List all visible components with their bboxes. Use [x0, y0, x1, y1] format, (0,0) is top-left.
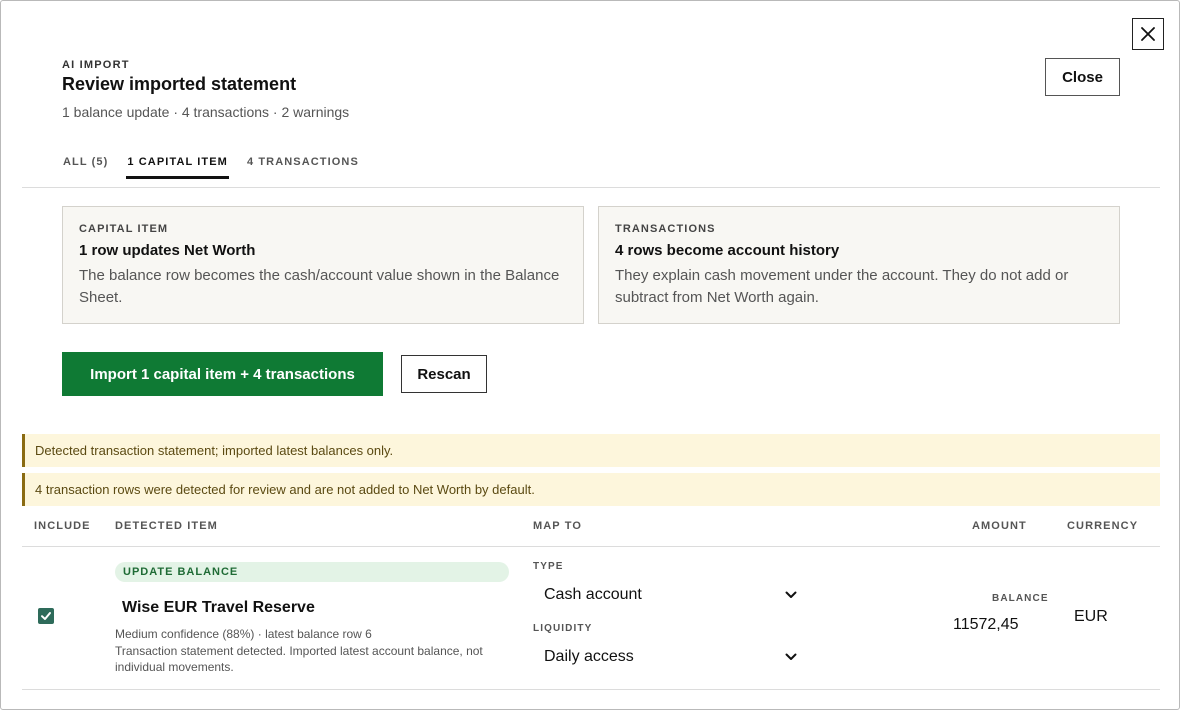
chevron-down-icon	[785, 591, 797, 598]
chevron-down-icon	[785, 653, 797, 660]
balance-input[interactable]: 11572,45	[953, 616, 1019, 634]
column-header-include: INCLUDE	[34, 520, 91, 532]
currency-value: EUR	[1074, 608, 1108, 625]
transactions-card: TRANSACTIONS 4 rows become account histo…	[598, 206, 1120, 324]
update-balance-badge: UPDATE BALANCE	[115, 562, 509, 582]
liquidity-select-value: Daily access	[544, 648, 634, 665]
detection-description: Transaction statement detected. Imported…	[115, 644, 483, 674]
column-header-currency: CURRENCY	[1067, 520, 1139, 532]
balance-label: BALANCE	[992, 593, 1049, 604]
dismiss-x-button[interactable]	[1132, 18, 1164, 50]
card-body: They explain cash movement under the acc…	[615, 267, 1069, 306]
type-label: TYPE	[533, 561, 564, 572]
card-kicker: CAPITAL ITEM	[79, 223, 169, 235]
liquidity-label: LIQUIDITY	[533, 623, 593, 634]
card-kicker: TRANSACTIONS	[615, 223, 716, 235]
import-review-dialog: Close AI IMPORT Review imported statemen…	[0, 0, 1180, 710]
include-checkbox[interactable]	[38, 608, 54, 624]
tab-bar: ALL (5) 1 CAPITAL ITEM 4 TRANSACTIONS	[62, 156, 377, 179]
warning-banner: 4 transaction rows were detected for rev…	[22, 473, 1160, 506]
column-header-detected-item: DETECTED ITEM	[115, 520, 218, 532]
warning-banner: Detected transaction statement; imported…	[22, 434, 1160, 467]
import-button[interactable]: Import 1 capital item + 4 transactions	[62, 352, 383, 396]
tab-transactions[interactable]: 4 TRANSACTIONS	[246, 156, 360, 179]
dialog-subtitle: 1 balance update · 4 transactions · 2 wa…	[62, 104, 350, 120]
tab-all[interactable]: ALL (5)	[62, 156, 109, 179]
type-select[interactable]: Cash account	[537, 581, 799, 609]
column-header-map-to: MAP TO	[533, 520, 582, 532]
close-button[interactable]: Close	[1045, 58, 1120, 96]
check-icon	[41, 612, 51, 620]
tab-capital-item[interactable]: 1 CAPITAL ITEM	[126, 156, 229, 179]
card-body: The balance row becomes the cash/account…	[79, 267, 560, 306]
table-header-divider	[22, 546, 1160, 547]
close-icon	[1141, 27, 1155, 41]
card-heading: 1 row updates Net Worth	[79, 242, 256, 259]
detected-item-name: Wise EUR Travel Reserve	[122, 599, 315, 616]
column-header-amount: AMOUNT	[972, 520, 1027, 532]
liquidity-select[interactable]: Daily access	[537, 643, 799, 671]
table-row-divider	[22, 689, 1160, 690]
capital-item-card: CAPITAL ITEM 1 row updates Net Worth The…	[62, 206, 584, 324]
dialog-title: Review imported statement	[62, 74, 297, 94]
type-select-value: Cash account	[544, 586, 642, 603]
confidence-meta: Medium confidence (88%) · latest balance…	[115, 627, 372, 641]
dialog-eyebrow: AI IMPORT	[62, 59, 130, 71]
card-heading: 4 rows become account history	[615, 242, 840, 259]
tab-divider	[22, 187, 1160, 188]
rescan-button[interactable]: Rescan	[401, 355, 487, 393]
